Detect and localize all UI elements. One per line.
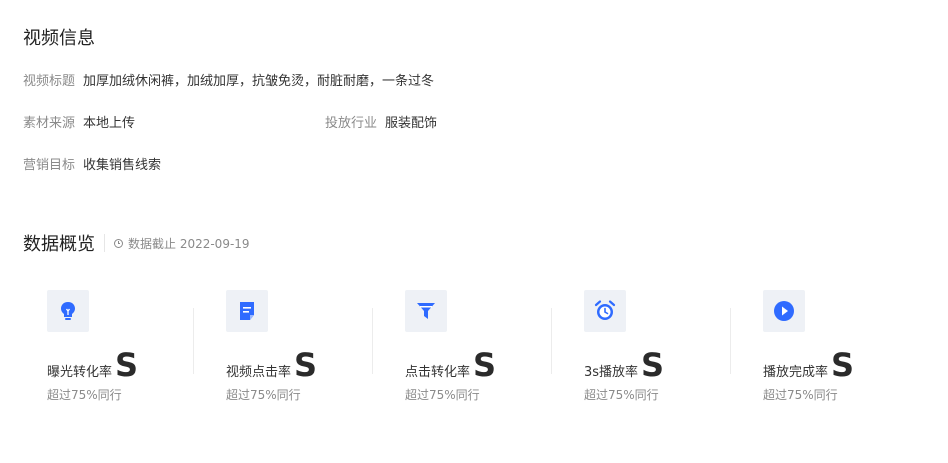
metric-line: 3s播放率 S — [584, 346, 734, 384]
alarm-clock-icon — [594, 300, 616, 320]
metric-label: 曝光转化率 — [47, 365, 113, 380]
metric-grade: S — [831, 346, 855, 384]
metric-line: 播放完成率 S — [763, 346, 913, 384]
video-title-value: 加厚加绒休闲裤，加绒加厚，抗皱免烫，耐脏耐磨，一条过冬 — [83, 74, 435, 89]
overview-title: 数据概览 — [23, 234, 95, 255]
data-cutoff: 数据截止 2022-09-19 — [114, 235, 250, 252]
metric-label: 播放完成率 — [763, 365, 829, 380]
industry-row: 投放行业 服装配饰 — [325, 112, 437, 131]
metric-peer-text: 超过75%同行 — [405, 388, 480, 402]
metric-icon-box — [763, 290, 805, 332]
material-source-row: 素材来源 本地上传 — [23, 112, 135, 131]
marketing-goal-value: 收集销售线索 — [83, 158, 162, 173]
video-title-row: 视频标题 加厚加绒休闲裤，加绒加厚，抗皱免烫，耐脏耐磨，一条过冬 — [23, 70, 434, 89]
lightbulb-icon — [61, 302, 75, 320]
overview-header: 数据概览 数据截止 2022-09-19 — [23, 230, 250, 256]
metric-line: 视频点击率 S — [226, 346, 376, 384]
metric-divider — [193, 308, 194, 374]
metric-grade: S — [294, 346, 318, 384]
metric-line: 曝光转化率 S — [47, 346, 197, 384]
marketing-goal-row: 营销目标 收集销售线索 — [23, 154, 161, 173]
metric-card: 视频点击率 S 超过75%同行 — [226, 290, 376, 403]
marketing-goal-label: 营销目标 — [23, 158, 76, 173]
metric-grade: S — [641, 346, 665, 384]
metric-card: 点击转化率 S 超过75%同行 — [405, 290, 555, 403]
metric-peer-text: 超过75%同行 — [584, 388, 659, 402]
data-cutoff-text: 数据截止 2022-09-19 — [128, 236, 250, 251]
metric-icon-box — [226, 290, 268, 332]
video-info-title: 视频信息 — [23, 28, 95, 49]
metric-label: 点击转化率 — [405, 365, 471, 380]
metric-peer-text: 超过75%同行 — [763, 388, 838, 402]
metric-divider — [730, 308, 731, 374]
metric-icon-box — [47, 290, 89, 332]
metric-line: 点击转化率 S — [405, 346, 555, 384]
metric-peer-text: 超过75%同行 — [226, 388, 301, 402]
metric-icon-box — [584, 290, 626, 332]
document-icon — [240, 302, 254, 320]
metric-label: 视频点击率 — [226, 365, 292, 380]
header-divider — [104, 234, 105, 252]
material-source-value: 本地上传 — [83, 116, 136, 131]
metric-grade: S — [473, 346, 497, 384]
play-icon — [774, 301, 794, 321]
material-source-label: 素材来源 — [23, 116, 76, 131]
industry-label: 投放行业 — [325, 116, 378, 131]
metric-label: 3s播放率 — [584, 365, 639, 380]
metric-icon-box — [405, 290, 447, 332]
funnel-icon — [417, 303, 435, 319]
metric-card: 曝光转化率 S 超过75%同行 — [47, 290, 197, 403]
video-title-label: 视频标题 — [23, 74, 76, 89]
metric-divider — [551, 308, 552, 374]
metric-divider — [372, 308, 373, 374]
clock-icon — [114, 238, 123, 248]
metric-grade: S — [115, 346, 139, 384]
industry-value: 服装配饰 — [385, 116, 438, 131]
metric-card: 播放完成率 S 超过75%同行 — [763, 290, 913, 403]
metric-peer-text: 超过75%同行 — [47, 388, 122, 402]
metric-card: 3s播放率 S 超过75%同行 — [584, 290, 734, 403]
